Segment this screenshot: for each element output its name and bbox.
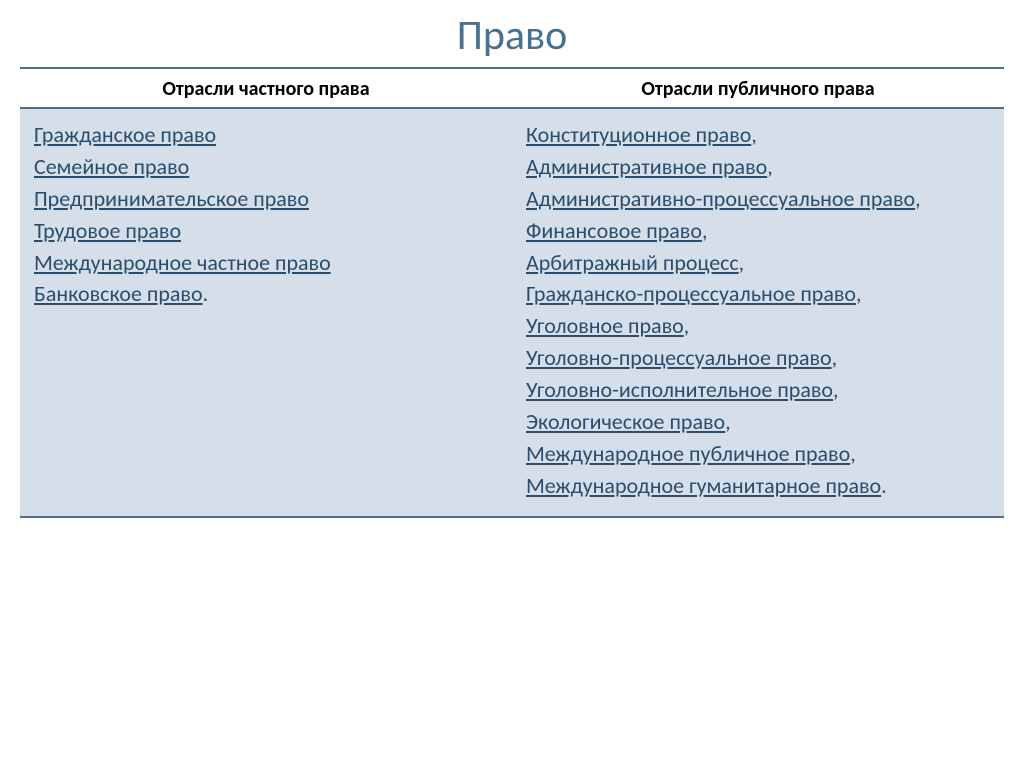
- law-link[interactable]: Финансовое право: [526, 217, 702, 244]
- separator: ,: [684, 312, 690, 339]
- law-link[interactable]: Банковское право: [34, 280, 203, 307]
- separator: ,: [739, 249, 745, 276]
- title-rule: [20, 67, 1004, 69]
- separator: ,: [915, 185, 921, 212]
- law-link[interactable]: Семейное право: [34, 153, 189, 180]
- separator: ,: [832, 344, 838, 371]
- law-link[interactable]: Уголовно-процессуальное право: [526, 344, 832, 371]
- law-link[interactable]: Уголовно-исполнительное право: [526, 376, 833, 403]
- law-link[interactable]: Арбитражный процесс: [526, 249, 739, 276]
- law-link[interactable]: Международное публичное право: [526, 440, 850, 467]
- law-link[interactable]: Конституционное право: [526, 121, 751, 148]
- law-link[interactable]: Административно-процессуальное право: [526, 185, 915, 212]
- law-link[interactable]: Уголовное право: [526, 312, 684, 339]
- law-link[interactable]: Предпринимательское право: [34, 185, 309, 212]
- cell-public-law: Конституционное право,Административное п…: [512, 108, 1004, 517]
- cell-private-law: Гражданское право Семейное право Предприни…: [20, 108, 512, 517]
- separator: ,: [833, 376, 839, 403]
- col-header-private: Отрасли частного права: [20, 71, 512, 108]
- law-link[interactable]: Гражданское право: [34, 121, 216, 148]
- law-link[interactable]: Трудовое право: [34, 217, 181, 244]
- separator: ,: [767, 153, 773, 180]
- law-link[interactable]: Гражданско-процессуальное право: [526, 280, 856, 307]
- separator: ,: [725, 408, 731, 435]
- law-link[interactable]: Международное гуманитарное право: [526, 472, 881, 499]
- law-link[interactable]: Международное частное право: [34, 249, 331, 276]
- separator: ,: [850, 440, 856, 467]
- slide-title: Право: [20, 0, 1004, 67]
- trailing-period: .: [203, 280, 209, 307]
- law-link[interactable]: Административное право: [526, 153, 767, 180]
- separator: ,: [751, 121, 757, 148]
- law-table: Отрасли частного права Отрасли публичног…: [20, 71, 1004, 518]
- separator: ,: [702, 217, 708, 244]
- law-link[interactable]: Экологическое право: [526, 408, 725, 435]
- trailing-period: .: [881, 472, 887, 499]
- separator: ,: [856, 280, 862, 307]
- col-header-public: Отрасли публичного права: [512, 71, 1004, 108]
